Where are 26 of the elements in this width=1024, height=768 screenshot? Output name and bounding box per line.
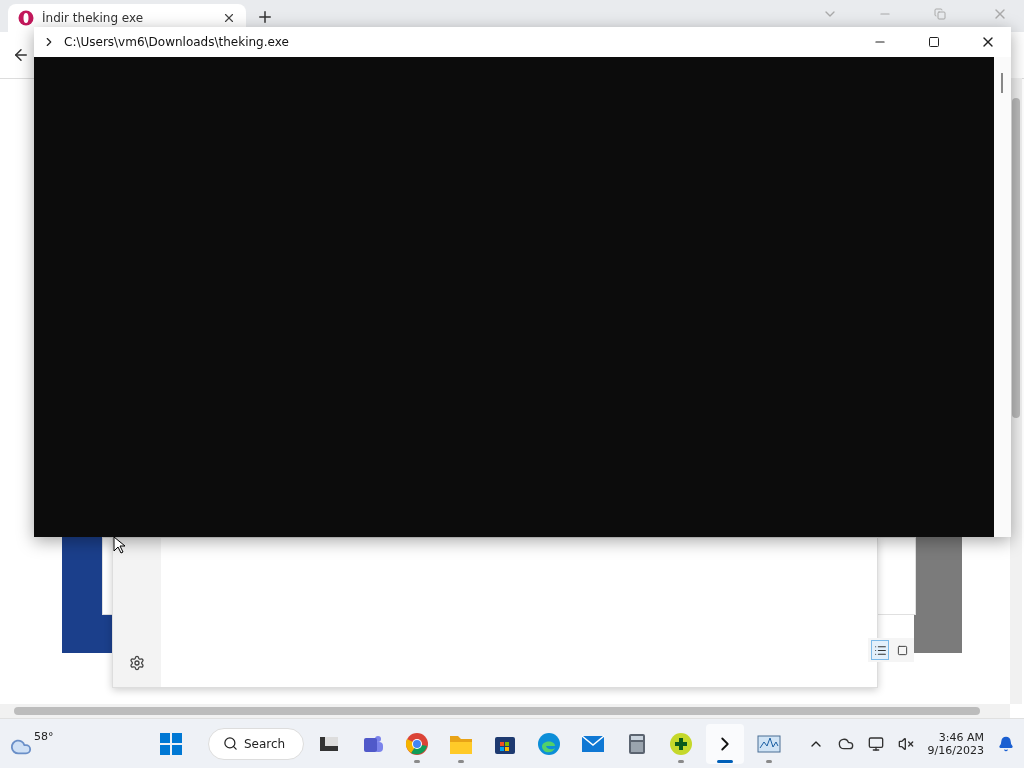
- back-icon[interactable]: [12, 46, 30, 64]
- taskbar-app[interactable]: [706, 723, 744, 764]
- maximize-icon: [928, 36, 940, 48]
- close-icon[interactable]: [222, 11, 236, 25]
- view-button[interactable]: [871, 640, 889, 660]
- scrollbar[interactable]: [994, 57, 1011, 537]
- scrollbar[interactable]: [0, 704, 1010, 718]
- clock[interactable]: 3:46 AM 9/16/2023: [927, 730, 984, 757]
- notification-icon[interactable]: [998, 735, 1014, 752]
- square-icon: [896, 644, 908, 656]
- envelope-icon: [581, 733, 605, 754]
- browser-icon: [405, 731, 429, 756]
- window-title: C:\Users\vm6\Downloads\theking.exe: [64, 35, 290, 49]
- opera-logo-icon: [18, 10, 34, 26]
- search-button[interactable]: Search: [208, 727, 304, 760]
- settings-icon[interactable]: [129, 655, 145, 671]
- temperature: 58°: [34, 729, 54, 743]
- windows-logo-icon[interactable]: [160, 732, 182, 755]
- wave-circle-icon: [537, 731, 561, 756]
- chart-window-icon: [757, 733, 781, 754]
- plus-circle-icon: [669, 731, 693, 756]
- search-icon: [223, 736, 238, 751]
- calculator-icon: [628, 732, 646, 755]
- new-tab-icon[interactable]: [256, 8, 274, 26]
- list-icon: [873, 643, 887, 657]
- mute-icon[interactable]: [897, 735, 914, 752]
